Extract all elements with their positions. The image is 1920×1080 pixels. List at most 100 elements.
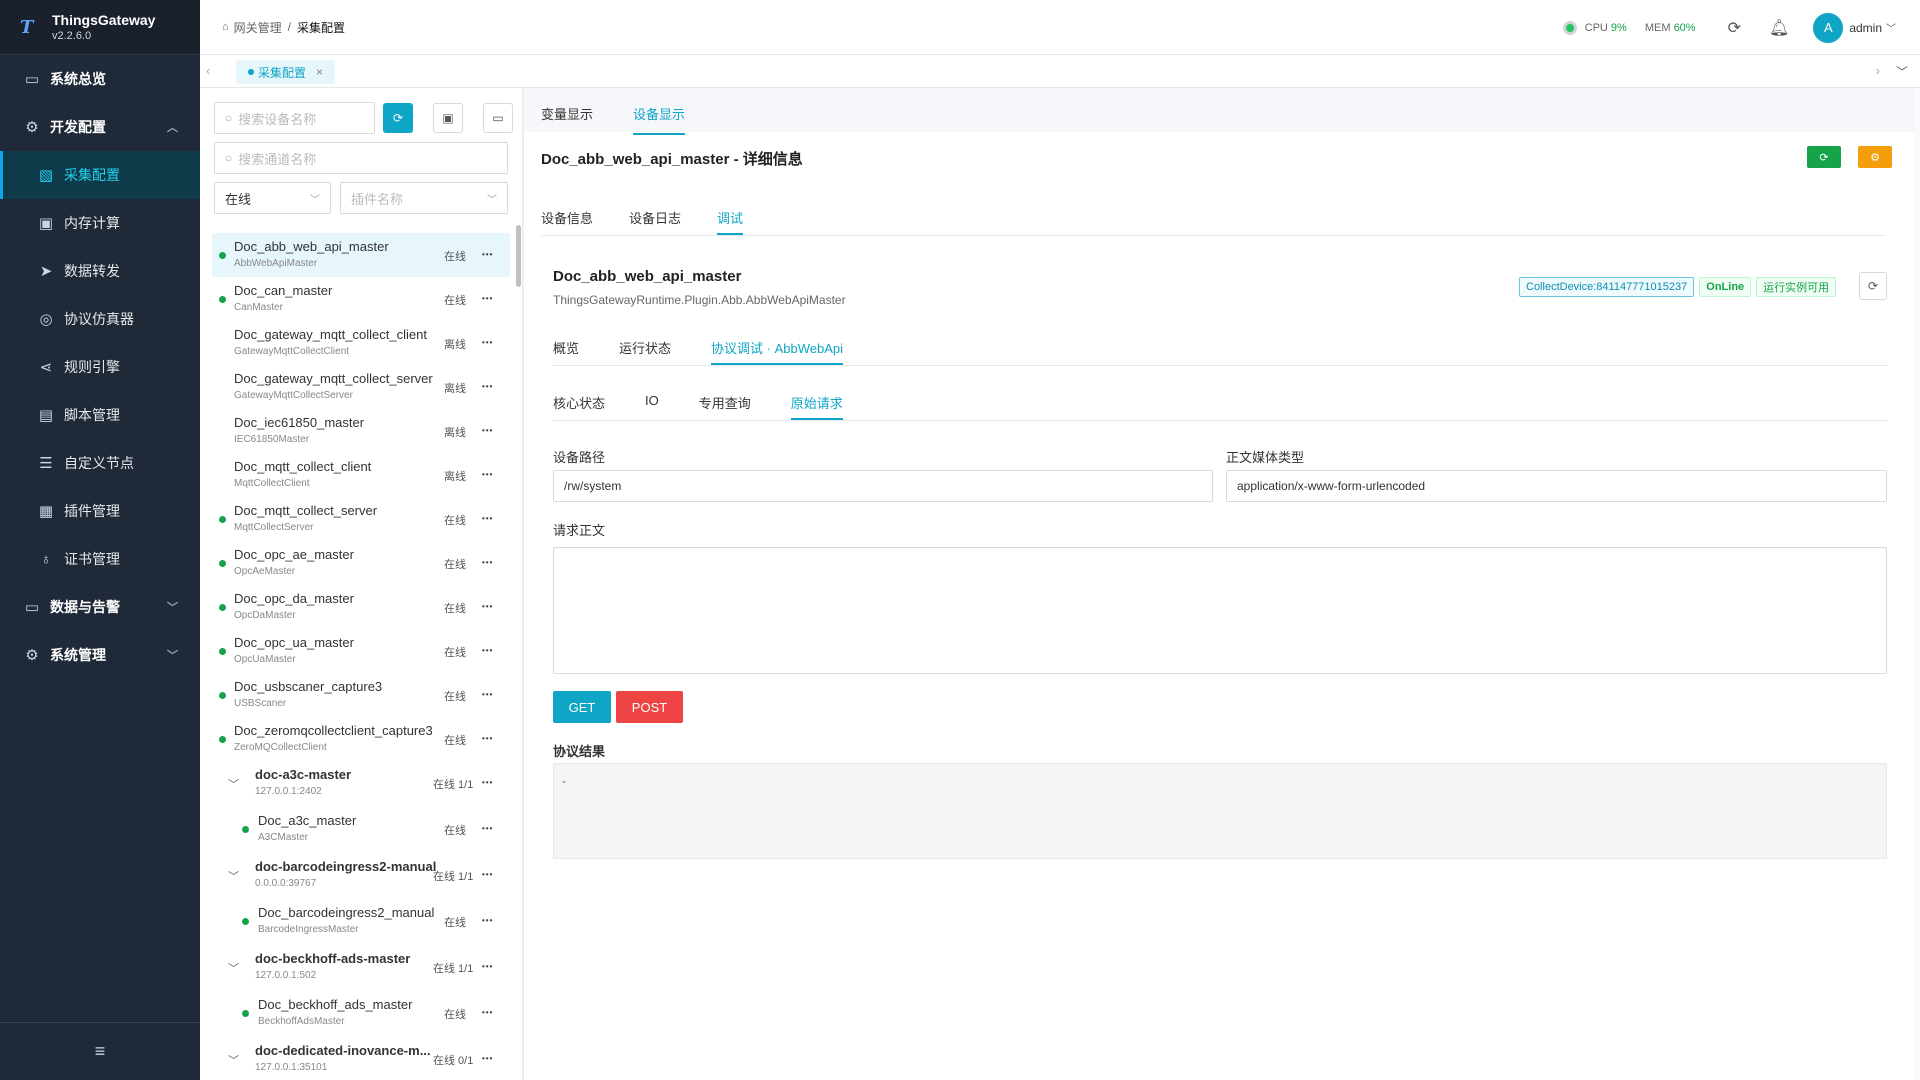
device-row[interactable]: Doc_zeromqcollectclient_capture3 ZeroMQCo… [212, 717, 510, 761]
sidebar-item-7[interactable]: ▤ 脚本管理 [0, 391, 200, 439]
sidebar-item-8[interactable]: ☰ 自定义节点 [0, 439, 200, 487]
debug-tab-3[interactable]: 原始请求 [790, 393, 843, 420]
more-icon[interactable]: ••• [482, 338, 493, 347]
more-icon[interactable]: ••• [482, 690, 493, 699]
protocol-tab-0[interactable]: 概览 [553, 338, 579, 365]
scrollbar-thumb[interactable] [516, 225, 521, 287]
sidebar-item-3[interactable]: ▣ 内存计算 [0, 199, 200, 247]
device-row[interactable]: Doc_opc_ua_master OpcUaMaster 在线 ••• [212, 629, 510, 673]
device-row[interactable]: Doc_mqtt_collect_client MqttCollectClient… [212, 453, 510, 497]
sidebar-item-2[interactable]: ▧ 采集配置 [0, 151, 200, 199]
sidebar-item-1[interactable]: ⚙ 开发配置 ︿ [0, 103, 200, 151]
device-row[interactable]: Doc_gateway_mqtt_collect_client GatewayMq… [212, 321, 510, 365]
refresh-device-button[interactable]: ⟳ [1859, 272, 1887, 300]
settings-button[interactable]: ⚙ [1858, 146, 1892, 168]
chevron-down-icon[interactable]: ﹀ [228, 776, 239, 792]
detail-tab-1[interactable]: 设备日志 [629, 208, 681, 235]
chevron-down-icon[interactable]: ﹀ [228, 960, 239, 976]
refresh-icon: ⟳ [392, 111, 404, 125]
sidebar-item-0[interactable]: ▭ 系统总览 [0, 55, 200, 103]
breadcrumb-item[interactable]: 网关管理 [234, 19, 282, 36]
more-icon[interactable]: ••• [482, 916, 493, 925]
request-body-textarea[interactable] [553, 547, 1887, 674]
more-icon[interactable]: ••• [482, 558, 493, 567]
device-row[interactable]: Doc_barcodeingress2_manual BarcodeIngress… [212, 899, 510, 945]
more-icon[interactable]: ••• [482, 470, 493, 479]
device-row[interactable]: Doc_mqtt_collect_server MqttCollectServer… [212, 497, 510, 541]
more-icon[interactable]: ••• [482, 514, 493, 523]
collapse-menu-icon[interactable]: ≡ [0, 1022, 200, 1080]
more-icon[interactable]: ••• [482, 250, 493, 259]
search-device-input[interactable]: ○ 搜索设备名称 [214, 102, 375, 134]
bell-icon[interactable]: 🔔︎ [1769, 18, 1789, 38]
media-type-input[interactable]: application/x-www-form-urlencoded [1226, 470, 1887, 502]
device-row[interactable]: Doc_usbscaner_capture3 USBScaner 在线 ••• [212, 673, 510, 717]
more-icon[interactable]: ••• [482, 382, 493, 391]
more-icon[interactable]: ••• [482, 1008, 493, 1017]
search-channel-input[interactable]: ○ 搜索通道名称 [214, 142, 508, 174]
restart-button[interactable]: ⟳ [1807, 146, 1841, 168]
sidebar-item-11[interactable]: ▭ 数据与告警 ﹀ [0, 583, 200, 631]
post-button[interactable]: POST [616, 691, 683, 723]
sidebar-item-10[interactable]: ♁ 证书管理 [0, 535, 200, 583]
chevron-down-icon[interactable]: ﹀ [228, 1052, 239, 1068]
device-row[interactable]: Doc_iec61850_master IEC61850Master 离线 ••• [212, 409, 510, 453]
protocol-tab-2[interactable]: 协议调试 · AbbWebApi [711, 338, 843, 365]
status-select[interactable]: 在线 ﹀ [214, 182, 331, 214]
debug-tab-2[interactable]: 专用查询 [699, 393, 751, 420]
sidebar-item-9[interactable]: ▦ 插件管理 [0, 487, 200, 535]
view-tab-0[interactable]: 变量显示 [541, 104, 593, 135]
device-path-input[interactable]: /rw/system [553, 470, 1213, 502]
more-icon[interactable]: ••• [482, 646, 493, 655]
plugin-select[interactable]: 插件名称 ﹀ [340, 182, 508, 214]
refresh-icon[interactable]: ⟳ [1728, 18, 1741, 38]
brand-version: v2.2.6.0 [52, 30, 92, 42]
home-icon[interactable]: ⌂ [222, 21, 229, 33]
device-row[interactable]: Doc_abb_web_api_master AbbWebApiMaster 在线 •… [212, 233, 510, 277]
chevron-down-icon[interactable]: ﹀ [1886, 20, 1896, 35]
device-row[interactable]: Doc_a3c_master A3CMaster 在线 ••• [212, 807, 510, 853]
device-row[interactable]: Doc_can_master CanMaster 在线 ••• [212, 277, 510, 321]
sidebar-item-6[interactable]: ⋖ 规则引擎 [0, 343, 200, 391]
more-icon[interactable]: ••• [482, 1054, 493, 1063]
device-row[interactable]: Doc_opc_ae_master OpcAeMaster 在线 ••• [212, 541, 510, 585]
device-row[interactable]: Doc_gateway_mqtt_collect_server GatewayMq… [212, 365, 510, 409]
debug-tab-1[interactable]: IO [645, 393, 659, 420]
channel-group-row[interactable]: ﹀ doc-a3c-master 127.0.0.1:2402 在线 1/1 ••• [212, 761, 510, 807]
more-icon[interactable]: ••• [482, 962, 493, 971]
more-icon[interactable]: ••• [482, 824, 493, 833]
sidebar-item-5[interactable]: ◎ 协议仿真器 [0, 295, 200, 343]
display-button[interactable]: ▭ [483, 103, 513, 133]
page-tab-collect-config[interactable]: 采集配置 × [236, 60, 336, 84]
avatar[interactable]: A [1813, 12, 1844, 43]
main-scrollbar[interactable] [1914, 88, 1920, 1080]
sidebar-item-4[interactable]: ➤ 数据转发 [0, 247, 200, 295]
chevron-down-icon[interactable]: ﹀ [1896, 63, 1908, 80]
sidebar-item-12[interactable]: ⚙ 系统管理 ﹀ [0, 631, 200, 679]
protocol-tab-1[interactable]: 运行状态 [619, 338, 671, 365]
chevron-down-icon[interactable]: ﹀ [228, 868, 239, 884]
view-tab-1[interactable]: 设备显示 [633, 104, 686, 135]
get-button[interactable]: GET [553, 691, 611, 723]
channel-group-row[interactable]: ﹀ doc-beckhoff-ads-master 127.0.0.1:502 在线 … [212, 945, 510, 991]
chevron-right-icon[interactable]: › [1876, 63, 1880, 78]
device-row[interactable]: Doc_opc_da_master OpcDaMaster 在线 ••• [212, 585, 510, 629]
chevron-left-icon[interactable]: ‹ [206, 63, 210, 78]
username[interactable]: admin [1849, 21, 1882, 35]
debug-tab-0[interactable]: 核心状态 [553, 393, 605, 420]
detail-tab-0[interactable]: 设备信息 [541, 208, 593, 235]
device-row[interactable]: Doc_beckhoff_ads_master BeckhoffAdsMaster… [212, 991, 510, 1037]
more-icon[interactable]: ••• [482, 734, 493, 743]
more-icon[interactable]: ••• [482, 426, 493, 435]
channel-group-row[interactable]: ﹀ doc-barcodeingress2-manual 0.0.0.0:39767… [212, 853, 510, 899]
more-icon[interactable]: ••• [482, 870, 493, 879]
refresh-button[interactable]: ⟳ [383, 103, 413, 133]
more-icon[interactable]: ••• [482, 778, 493, 787]
detail-tab-2[interactable]: 调试 [717, 208, 744, 235]
channel-group-row[interactable]: ﹀ doc-dedicated-inovance-m... 127.0.0.1:35… [212, 1037, 510, 1080]
more-icon[interactable]: ••• [482, 602, 493, 611]
save-button[interactable]: ▣ [433, 103, 463, 133]
more-icon[interactable]: ••• [482, 294, 493, 303]
close-icon[interactable]: × [316, 65, 323, 79]
send-icon: ➤ [39, 263, 53, 280]
